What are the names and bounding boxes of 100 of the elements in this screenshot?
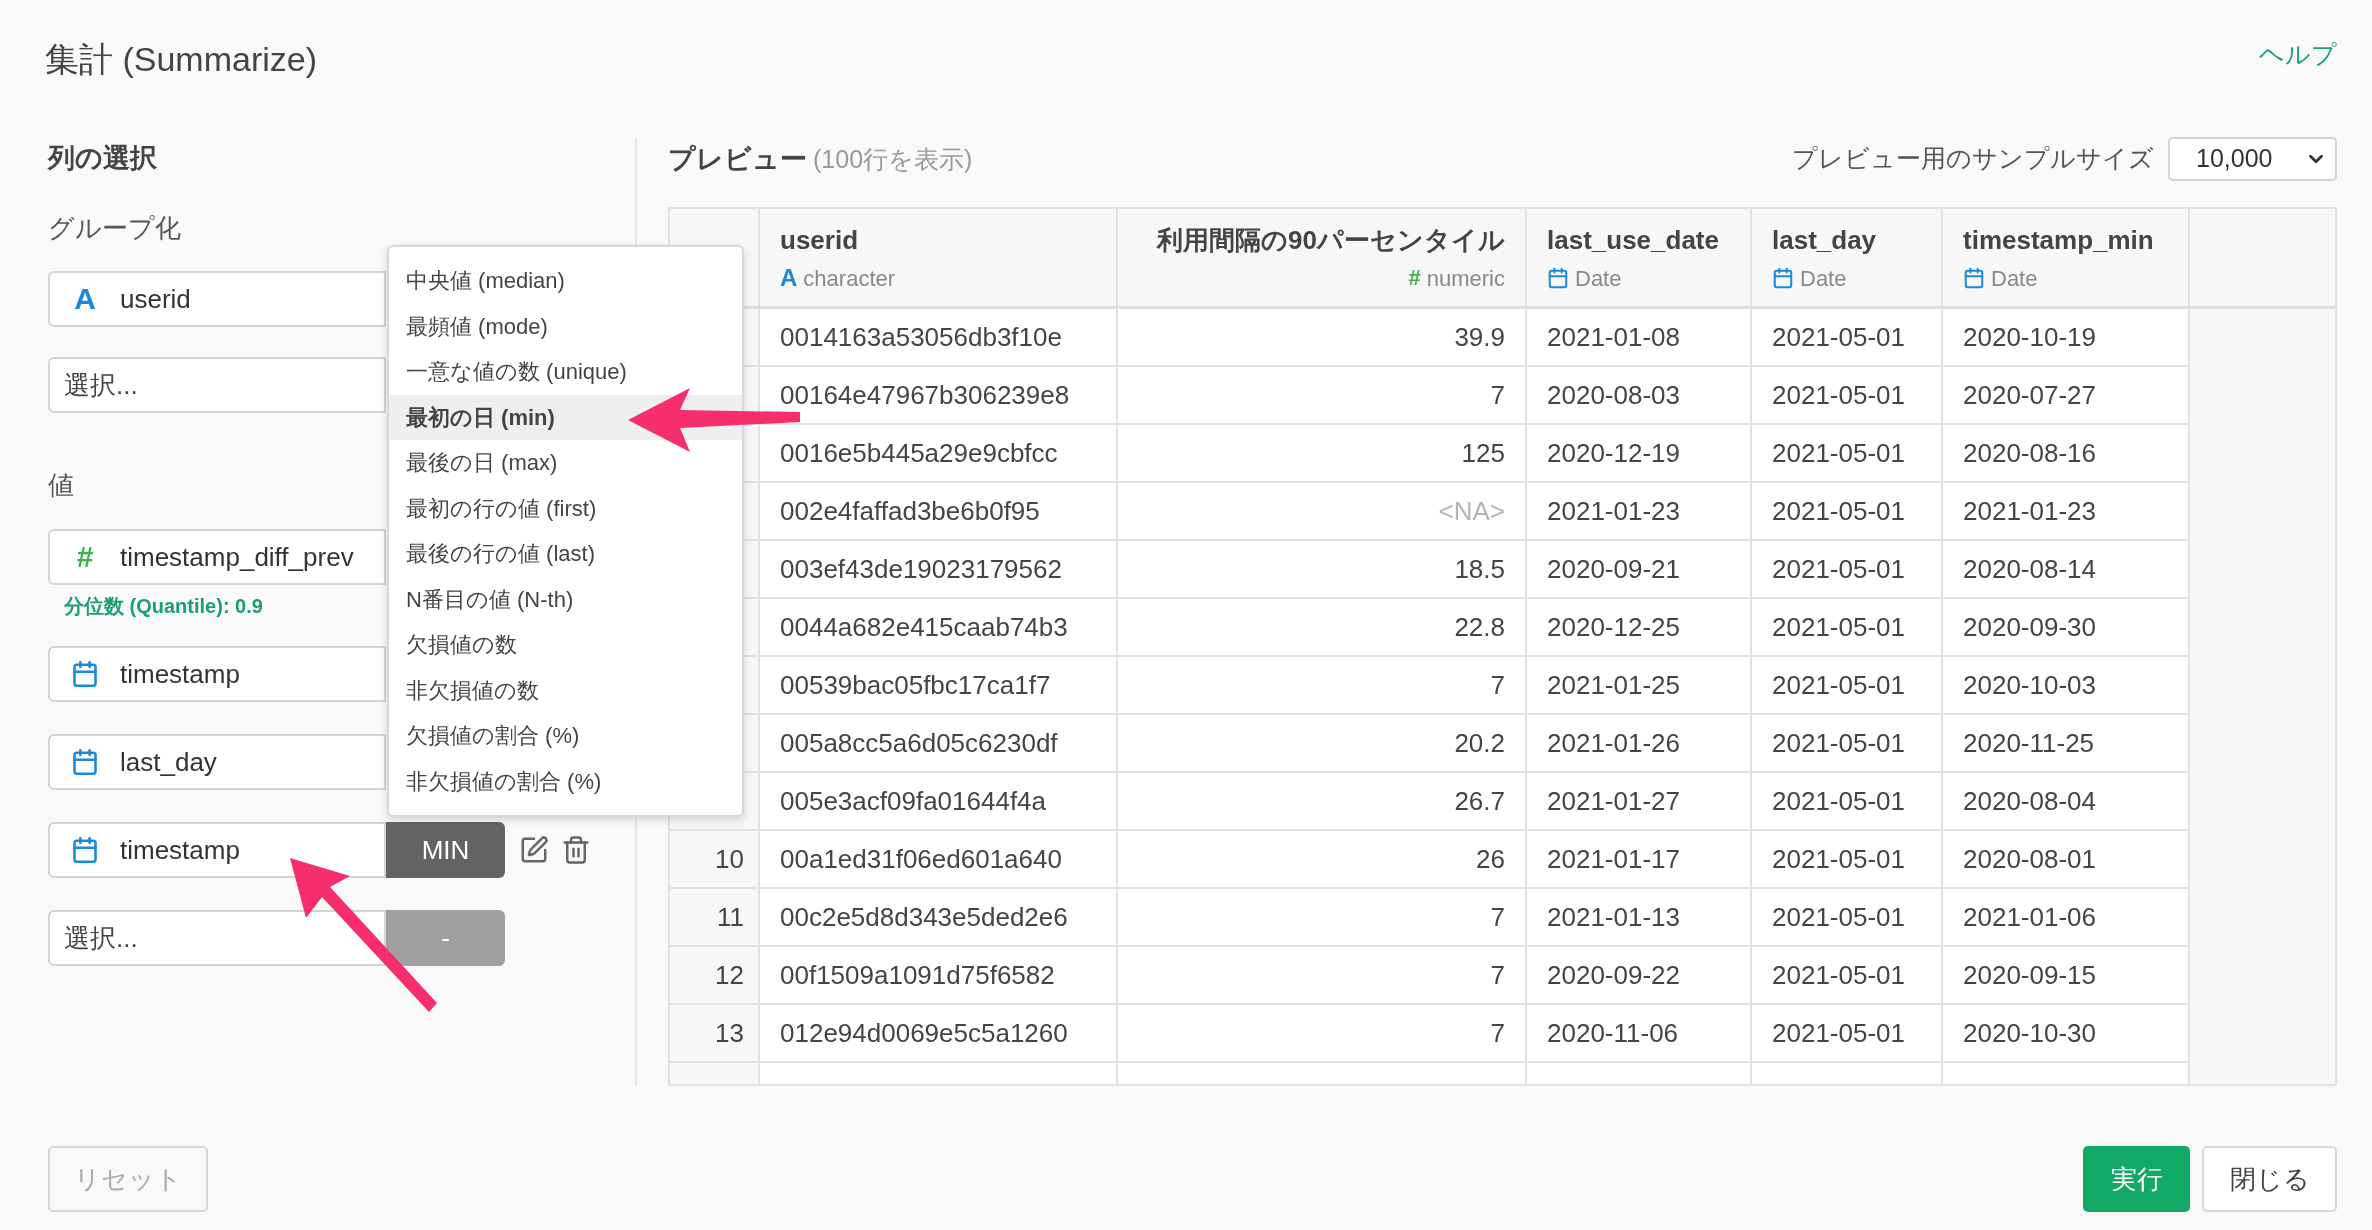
table-cell-text: 18.5 [1454,552,1505,586]
table-cell-text: 2020-12-25 [1547,610,1680,644]
table-cell-text: 7 [1490,378,1505,412]
table-cell-text: 2020-11-06 [1547,1016,1679,1050]
table-cell-text: 2021-05-01 [1772,958,1905,992]
table-cell-text: 2021-01-23 [1963,494,2096,528]
table-cell-text: 2020-09-22 [1547,958,1680,992]
table-cell-text: 7 [1490,1016,1505,1050]
column-header[interactable]: 利用間隔の90パーセンタイル # numeric [1118,209,1527,306]
number-sign-icon: # [1408,267,1421,289]
table-cell-text: 2021-05-01 [1772,436,1905,470]
calendar-icon [1963,267,1985,289]
table-cell-text: 00c2e5d8d343e5ded2e6 [780,900,1068,934]
column-header[interactable]: timestamp_min Date [1943,209,2190,306]
row-number: 11 [717,900,744,934]
column-header[interactable]: last_use_date Date [1527,209,1752,306]
table-cell-text: 2021-05-01 [1772,900,1905,934]
column-header[interactable]: last_day Date [1752,209,1943,306]
table-cell-text: 7 [1490,900,1505,934]
table-cell-text: 00a1ed31f06ed601a640 [780,842,1062,876]
column-select[interactable]: timestamp [48,646,386,702]
table-cell-text: 22.8 [1454,610,1505,644]
menu-item[interactable]: 一意な値の数 (unique) [389,349,742,395]
number-sign-icon: # [76,542,94,572]
table-cell-text: 00f1509a1091d75f6582 [780,958,1055,992]
table-cell-text: 0016e5b445a29e9cbfcc [780,436,1058,470]
menu-item[interactable]: N番目の値 (N-th) [389,576,742,622]
menu-item[interactable]: 非欠損値の割合 (%) [389,758,742,804]
column-select[interactable]: # timestamp_diff_prev [48,529,386,585]
section-heading: 列の選択 [48,142,158,175]
menu-item[interactable]: 最初の行の値 (first) [389,485,742,531]
table-cell-text: 2021-01-13 [1547,900,1680,934]
table-cell-text: 005e3acf09fa01644f4a [780,784,1047,818]
table-cell-text: 2020-09-30 [1963,610,2096,644]
quantile-note: 分位数 (Quantile): 0.9 [64,594,263,619]
values-label: 値 [48,469,75,502]
calendar-icon [1547,267,1569,289]
table-cell-text: 2021-05-01 [1772,378,1905,412]
calendar-icon [1772,267,1794,289]
table-cell-text: 005a8cc5a6d05c6230df [780,726,1058,760]
table-cell-text: 2021-01-06 [1963,900,2096,934]
table-cell-text: 002e4faffad3be6b0f95 [780,494,1040,528]
table-cell-text: 2020-08-16 [1963,436,2096,470]
table-cell-text: 20.2 [1454,726,1505,760]
table-cell-text: 2021-01-17 [1547,842,1680,876]
dialog-title: 集計 (Summarize) [45,38,318,80]
calendar-icon [71,748,99,776]
function-button[interactable]: MIN [386,822,505,878]
table-cell-text: 0014163a53056db3f10e [780,320,1062,354]
column-select[interactable]: last_day [48,734,386,790]
table-cell-text: 2021-01-23 [1547,494,1680,528]
row-number: 13 [715,1016,744,1050]
menu-item[interactable]: 中央値 (median) [389,258,742,304]
calendar-icon [71,836,99,864]
menu-item[interactable]: 最後の日 (max) [389,440,742,486]
column-select[interactable]: timestamp [48,822,386,878]
menu-item[interactable]: 最後の行の値 (last) [389,531,742,577]
table-cell-text: 2021-05-01 [1772,610,1905,644]
table-cell-text: 2021-05-01 [1772,1016,1905,1050]
delete-icon[interactable] [561,835,591,865]
table-cell-text: 2021-05-01 [1772,552,1905,586]
table-cell-text: 2020-08-03 [1547,378,1680,412]
table-cell-text: 2021-01-26 [1547,726,1680,760]
table-cell-text: 0044a682e415caab74b3 [780,610,1068,644]
table-cell-text: 2020-10-19 [1963,320,2096,354]
table-cell-text: 2020-08-04 [1963,784,2096,818]
table-cell-text: 2021-01-08 [1547,320,1680,354]
table-cell-text: 2021-05-01 [1772,726,1905,760]
table-cell-text: 7 [1490,958,1505,992]
preview-heading: プレビュー [668,142,807,176]
table-cell-text: 7 [1490,668,1505,702]
table-cell-text: 125 [1461,436,1505,470]
table-cell-text: 2021-05-01 [1772,320,1905,354]
table-cell-text: 00164e47967b306239e8 [780,378,1070,412]
table-cell-text: 2021-05-01 [1772,842,1905,876]
row-number: 12 [715,958,744,992]
table-cell-text: 003ef43de19023179562 [780,552,1062,586]
table-cell-text: 00539bac05fbc17ca1f7 [780,668,1051,702]
sample-size-select[interactable]: 10,000 [2168,137,2337,181]
table-cell-text: 2021-05-01 [1772,784,1905,818]
table-cell-text: 2021-05-01 [1772,494,1905,528]
menu-item[interactable]: 欠損値の割合 (%) [389,713,742,759]
column-header[interactable]: userid A character [760,209,1118,306]
menu-item[interactable]: 最頻値 (mode) [389,303,742,349]
row-count: (100行を表示) [813,143,973,175]
column-select[interactable]: 選択... [48,357,386,413]
menu-item[interactable]: 欠損値の数 [389,622,742,668]
group-label: グループ化 [48,212,182,245]
calendar-icon [71,660,99,688]
table-cell-text: 2020-09-21 [1547,552,1680,586]
table-cell-text: 26 [1476,842,1505,876]
edit-icon[interactable] [519,835,549,865]
menu-item[interactable]: 非欠損値の数 [389,667,742,713]
table-cell-text: 2020-08-01 [1963,842,2096,876]
table-cell-text: 2020-10-03 [1963,668,2096,702]
table-cell-text: 26.7 [1454,784,1505,818]
close-button[interactable]: 閉じる [2202,1146,2337,1212]
character-type-icon: A [74,284,96,314]
character-type-icon: A [780,266,798,290]
column-select[interactable]: A userid [48,271,386,327]
